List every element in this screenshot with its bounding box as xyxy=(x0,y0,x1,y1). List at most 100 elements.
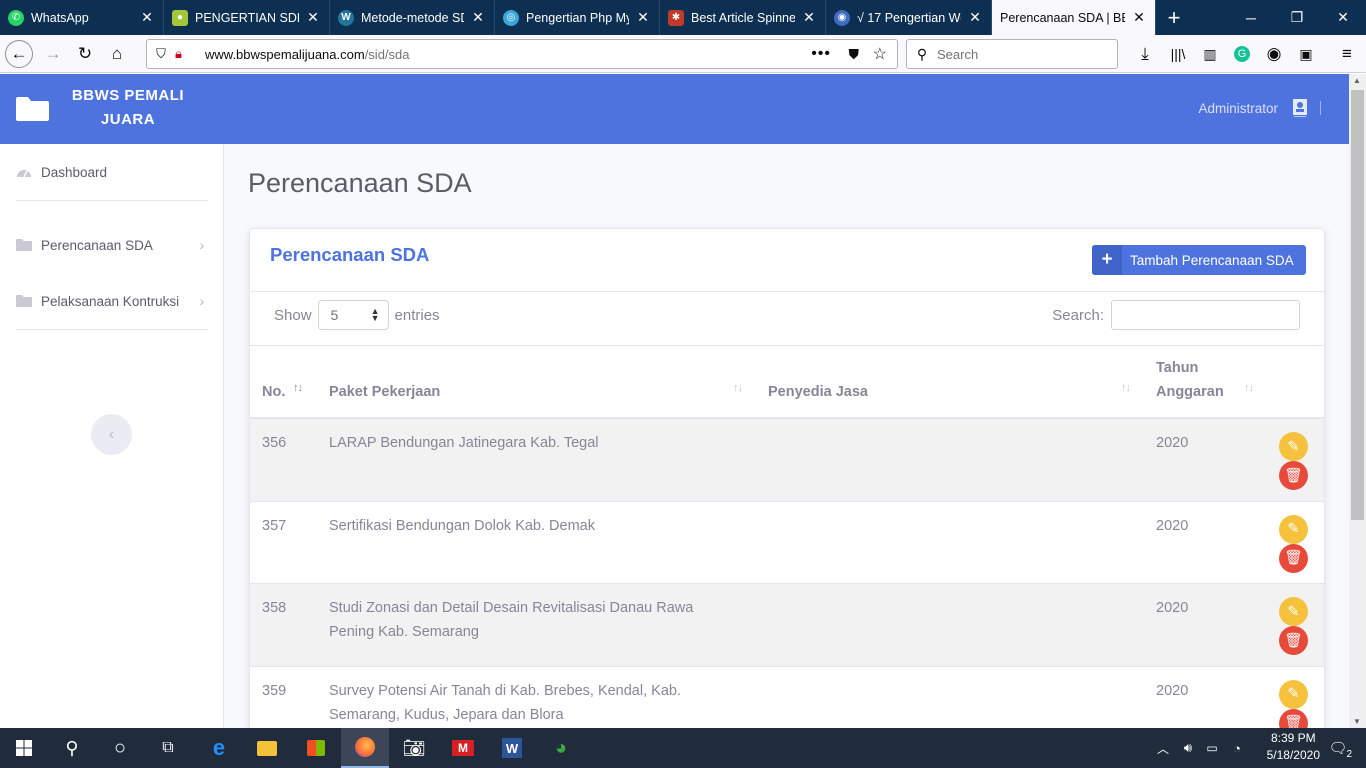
page-scrollbar[interactable]: ▲ ▼ xyxy=(1349,74,1366,728)
entries-value: 5 xyxy=(330,307,339,323)
brand-name: BBWS PEMALI JUARA xyxy=(71,87,185,128)
delete-button[interactable]: 🗑︎ xyxy=(1279,626,1308,655)
camera-icon[interactable]: 📷︎ xyxy=(390,728,438,768)
download-icon[interactable]: ⤓ xyxy=(1131,40,1159,68)
data-table: No. ↑↓ Paket Pekerjaan ↑↓ Penyedia Jasa … xyxy=(250,345,1324,728)
task-view-icon[interactable]: ⧉ xyxy=(144,728,192,768)
word-icon[interactable]: W xyxy=(488,728,536,768)
extension-icon[interactable]: ▣ xyxy=(1292,40,1320,68)
entries-control: Show 5 ▲ ▼ entries xyxy=(274,300,440,330)
minimize-icon[interactable]: ─ xyxy=(1228,0,1274,35)
reload-icon[interactable]: ↻ xyxy=(71,40,99,68)
browser-tab-active[interactable]: Perencanaan SDA | BBW ✕ xyxy=(992,0,1156,35)
delete-button[interactable]: 🗑︎ xyxy=(1279,461,1308,490)
edit-button[interactable]: ✎ xyxy=(1279,432,1308,461)
browser-tab[interactable]: ✱ Best Article Spinner ✕ xyxy=(660,0,826,35)
sidebar-item-label: Pelaksanaan Kontruksi xyxy=(41,293,180,309)
browser-tab[interactable]: ● PENGERTIAN SDLC ( ✕ xyxy=(164,0,330,35)
back-icon[interactable]: ← xyxy=(5,40,33,68)
store-icon[interactable] xyxy=(292,728,340,768)
insecure-lock-icon[interactable]: 🔒︎ xyxy=(175,46,197,62)
browser-tab[interactable]: W Metode-metode SD ✕ xyxy=(330,0,495,35)
cortana-icon[interactable]: ○ xyxy=(96,728,144,768)
browser-tab[interactable]: ◎ Pengertian Php MyS ✕ xyxy=(495,0,660,35)
sort-icon[interactable]: ↑↓ xyxy=(1244,382,1254,394)
browser-tab[interactable]: ✆ WhatsApp ✕ xyxy=(0,0,164,35)
menu-icon[interactable]: ≡ xyxy=(1333,40,1361,68)
column-header-penyedia[interactable]: Penyedia Jasa xyxy=(768,384,868,400)
shield-icon[interactable]: ⛉ xyxy=(147,46,175,62)
browser-tab[interactable]: ◉ √ 17 Pengertian We ✕ xyxy=(826,0,992,35)
delete-button[interactable]: 🗑︎ xyxy=(1279,708,1308,728)
pocket-icon[interactable]: ⛊ xyxy=(849,46,860,63)
globe-app-icon[interactable]: ◕ xyxy=(537,728,585,768)
edit-button[interactable]: ✎ xyxy=(1279,597,1308,626)
forward-icon[interactable]: → xyxy=(39,40,67,68)
table-search-input[interactable] xyxy=(1111,300,1300,330)
restore-icon[interactable]: ❐ xyxy=(1274,0,1320,35)
plus-icon: + xyxy=(1092,245,1122,275)
table-row: 359 Survey Potensi Air Tanah di Kab. Bre… xyxy=(250,667,1324,728)
column-header-anggaran[interactable]: Anggaran xyxy=(1156,384,1224,400)
notification-center-icon[interactable]: 🗨︎ 2 xyxy=(1318,728,1358,768)
sidebar-item-perencanaan-sda[interactable]: Perencanaan SDA › xyxy=(16,233,208,257)
sidebar-item-dashboard[interactable]: Dashboard xyxy=(16,160,208,184)
new-tab-button[interactable]: + xyxy=(1156,0,1192,35)
close-window-icon[interactable]: ✕ xyxy=(1320,0,1366,35)
close-tab-icon[interactable]: ✕ xyxy=(1131,9,1147,26)
cell-paket: Studi Zonasi dan Detail Desain Revitalis… xyxy=(329,596,693,644)
account-icon[interactable]: ◉ xyxy=(1260,40,1288,68)
file-explorer-icon[interactable] xyxy=(243,728,291,768)
search-bar[interactable]: ⚲ Search xyxy=(906,39,1118,69)
close-tab-icon[interactable]: ✕ xyxy=(967,9,983,26)
edit-button[interactable]: ✎ xyxy=(1279,514,1308,544)
sort-icon[interactable]: ↑↓ xyxy=(733,382,743,394)
chevron-right-icon: › xyxy=(199,237,204,253)
library-icon[interactable]: |||\ xyxy=(1164,40,1192,68)
close-tab-icon[interactable]: ✕ xyxy=(801,9,817,26)
scroll-down-icon[interactable]: ▼ xyxy=(1353,717,1361,726)
home-icon[interactable]: ⌂ xyxy=(103,40,131,68)
scroll-up-icon[interactable]: ▲ xyxy=(1353,76,1361,85)
table-header: No. ↑↓ Paket Pekerjaan ↑↓ Penyedia Jasa … xyxy=(250,345,1324,419)
url-bar[interactable]: ⛉ 🔒︎ www.bbwspemalijuana.com/sid/sda •••… xyxy=(146,39,898,69)
wifi-icon[interactable]: ◔ xyxy=(1224,728,1250,768)
sidebar-toggle-icon[interactable]: ▥ xyxy=(1196,40,1224,68)
sort-asc-icon[interactable]: ↑↓ xyxy=(293,382,303,394)
column-header-tahun[interactable]: Tahun xyxy=(1156,360,1198,376)
cell-paket-line: Survey Potensi Air Tanah di Kab. Brebes,… xyxy=(329,682,681,699)
edge-icon[interactable]: e xyxy=(195,728,243,768)
cell-paket-line: Semarang, Kudus, Jepara dan Blora xyxy=(329,706,564,723)
close-tab-icon[interactable]: ✕ xyxy=(139,9,155,26)
search-icon[interactable]: ⚲ xyxy=(48,728,96,768)
scrollbar-thumb[interactable] xyxy=(1351,90,1364,520)
tab-title: Perencanaan SDA | BBW xyxy=(1000,10,1125,25)
edit-button[interactable]: ✎ xyxy=(1279,679,1308,709)
sidebar-collapse-button[interactable]: ‹ xyxy=(91,414,132,455)
cell-tahun: 2020 xyxy=(1156,600,1189,616)
delete-button[interactable]: 🗑︎ xyxy=(1279,543,1308,573)
grammarly-icon[interactable]: G xyxy=(1228,40,1256,68)
column-header-no[interactable]: No. xyxy=(262,384,285,400)
tray-chevron-icon[interactable]: ︿ xyxy=(1150,728,1176,768)
close-tab-icon[interactable]: ✕ xyxy=(470,9,486,26)
brand[interactable]: BBWS PEMALI JUARA xyxy=(0,74,224,144)
column-header-paket[interactable]: Paket Pekerjaan xyxy=(329,384,440,400)
close-tab-icon[interactable]: ✕ xyxy=(635,9,651,26)
page-actions-icon[interactable]: ••• xyxy=(811,45,831,63)
close-tab-icon[interactable]: ✕ xyxy=(305,9,321,26)
sort-icon[interactable]: ↑↓ xyxy=(1121,382,1131,394)
mendeley-icon[interactable]: M xyxy=(439,728,487,768)
folder-icon xyxy=(16,97,49,121)
wordpress-icon: W xyxy=(338,9,354,26)
volume-icon[interactable]: 🔊︎ xyxy=(1176,728,1200,768)
entries-select[interactable]: 5 ▲ ▼ xyxy=(317,300,389,330)
start-button[interactable] xyxy=(0,728,48,768)
system-clock[interactable]: 8:39 PM 5/18/2020 xyxy=(1267,730,1320,764)
firefox-icon[interactable] xyxy=(341,728,389,768)
bookmark-star-icon[interactable]: ☆ xyxy=(873,44,887,64)
user-menu[interactable]: Administrator xyxy=(1198,96,1321,120)
battery-icon[interactable]: ▭ xyxy=(1200,728,1224,768)
sidebar-item-pelaksanaan-kontruksi[interactable]: Pelaksanaan Kontruksi › xyxy=(16,289,208,313)
add-perencanaan-button[interactable]: + Tambah Perencanaan SDA xyxy=(1092,245,1306,275)
